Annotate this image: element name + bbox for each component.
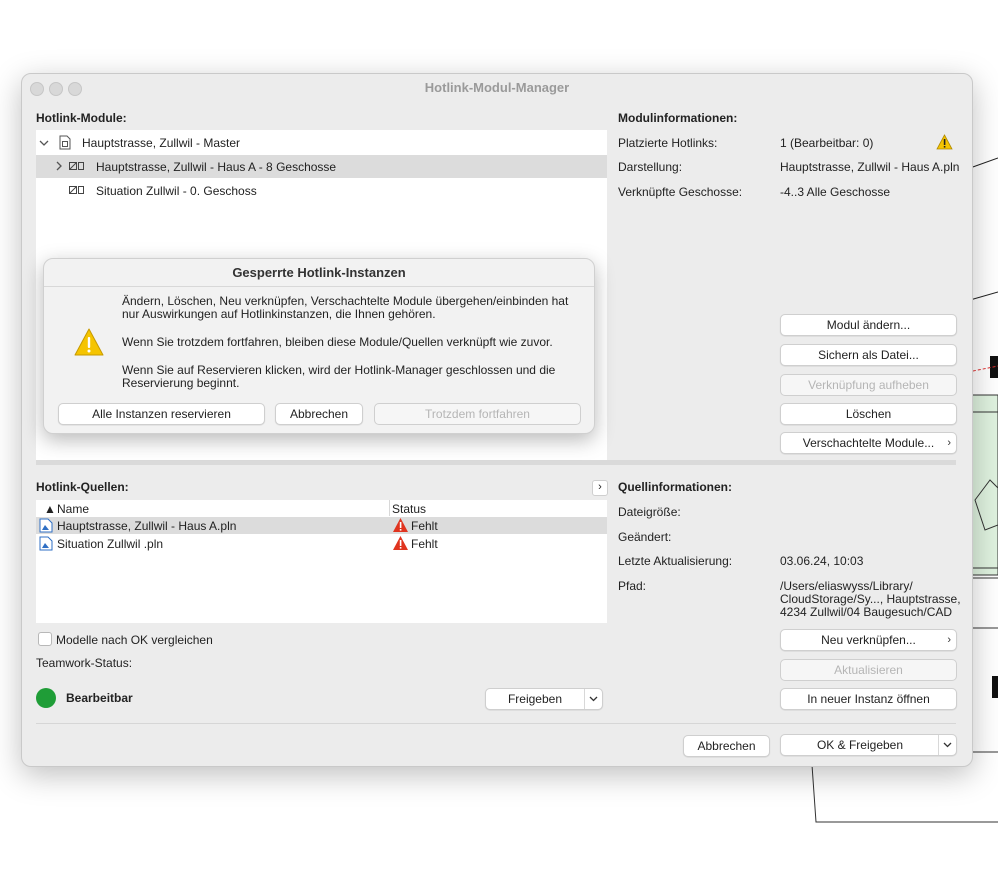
source-path-line2: CloudStorage/Sy..., Hauptstrasse, xyxy=(780,592,961,606)
chevron-down-icon[interactable] xyxy=(938,735,956,755)
pln-file-icon xyxy=(39,536,53,551)
sources-section-label: Hotlink-Quellen: xyxy=(36,480,129,494)
ok-release-button[interactable]: OK & Freigeben xyxy=(780,734,957,756)
source-update-value: 03.06.24, 10:03 xyxy=(780,554,864,568)
continue-anyway-button[interactable]: Trotzdem fortfahren xyxy=(374,403,581,425)
dialog-paragraph-3: Wenn Sie auf Reservieren klicken, wird d… xyxy=(122,363,556,390)
info-display-key: Darstellung: xyxy=(618,160,683,174)
status-indicator xyxy=(36,688,56,708)
source-row-status: Fehlt xyxy=(411,519,438,533)
source-changed-key: Geändert: xyxy=(618,530,672,544)
update-button[interactable]: Aktualisieren xyxy=(780,659,957,681)
hotlink-module-icon xyxy=(69,162,84,170)
source-update-key: Letzte Aktualisierung: xyxy=(618,554,733,568)
delete-button[interactable]: Löschen xyxy=(780,403,957,425)
locked-instances-dialog: Gesperrte Hotlink-Instanzen Ändern, Lösc… xyxy=(43,258,595,434)
info-display-value: Hauptstrasse, Zullwil - Haus A.pln xyxy=(780,160,960,174)
relink-button[interactable]: Neu verknüpfen... › xyxy=(780,629,957,651)
open-new-instance-button[interactable]: In neuer Instanz öffnen xyxy=(780,688,957,710)
chevron-right-icon: › xyxy=(947,634,951,646)
unlink-button[interactable]: Verknüpfung aufheben xyxy=(780,374,957,396)
chevron-right-icon: › xyxy=(598,481,602,493)
sort-ascending-icon[interactable]: ▲ xyxy=(44,502,56,516)
source-info-label: Quellinformationen: xyxy=(618,480,732,494)
nested-modules-label: Verschachtelte Module... xyxy=(802,436,935,450)
chevron-right-icon: › xyxy=(947,437,951,449)
compare-models-checkbox[interactable] xyxy=(38,632,52,646)
ok-release-label: OK & Freigeben xyxy=(816,738,904,752)
module-info-label: Modulinformationen: xyxy=(618,111,738,125)
error-icon xyxy=(393,518,408,532)
teamwork-status-value: Bearbeitbar xyxy=(66,691,133,705)
column-header-status[interactable]: Status xyxy=(392,502,426,516)
info-stories-value: -4..3 Alle Geschosse xyxy=(780,185,891,199)
source-path-line1: /Users/eliaswyss/Library/ xyxy=(780,579,913,593)
dialog-paragraph-2: Wenn Sie trotzdem fortfahren, bleiben di… xyxy=(122,335,553,349)
release-label: Freigeben xyxy=(507,692,563,706)
document-icon xyxy=(59,135,71,150)
chevron-down-icon[interactable] xyxy=(39,138,49,148)
source-size-key: Dateigröße: xyxy=(618,505,681,519)
tree-item-situation[interactable]: Situation Zullwil - 0. Geschoss xyxy=(96,184,257,198)
compare-models-label: Modelle nach OK vergleichen xyxy=(56,633,213,647)
source-row-name[interactable]: Hauptstrasse, Zullwil - Haus A.pln xyxy=(57,519,236,533)
source-path-line3: 4234 Zullwil/04 Baugesuch/CAD xyxy=(780,605,953,619)
reserve-all-button[interactable]: Alle Instanzen reservieren xyxy=(58,403,265,425)
dialog-paragraph-1: Ändern, Löschen, Neu verknüpfen, Verscha… xyxy=(122,294,569,321)
nested-modules-button[interactable]: Verschachtelte Module... › xyxy=(780,432,957,454)
source-row-name[interactable]: Situation Zullwil .pln xyxy=(57,537,163,551)
dialog-title-divider xyxy=(44,286,594,287)
source-row-status: Fehlt xyxy=(411,537,438,551)
chevron-down-icon[interactable] xyxy=(584,689,602,709)
change-module-button[interactable]: Modul ändern... xyxy=(780,314,957,336)
tree-item-haus-a[interactable]: Hauptstrasse, Zullwil - Haus A - 8 Gesch… xyxy=(96,160,336,174)
save-as-file-button[interactable]: Sichern als Datei... xyxy=(780,344,957,366)
dialog-cancel-button[interactable]: Abbrechen xyxy=(275,403,363,425)
column-separator xyxy=(389,500,390,516)
hotlink-module-icon xyxy=(69,186,84,194)
release-button[interactable]: Freigeben xyxy=(485,688,603,710)
tree-item-master[interactable]: Hauptstrasse, Zullwil - Master xyxy=(82,136,240,150)
info-stories-key: Verknüpfte Geschosse: xyxy=(618,185,743,199)
dialog-title: Gesperrte Hotlink-Instanzen xyxy=(232,265,406,280)
source-path-key: Pfad: xyxy=(618,579,647,593)
modules-section-label: Hotlink-Module: xyxy=(36,111,127,125)
info-placed-value: 1 (Bearbeitbar: 0) xyxy=(780,136,874,150)
expand-info-button[interactable]: › xyxy=(592,480,608,496)
pln-file-icon xyxy=(39,518,53,533)
window-title: Hotlink-Modul-Manager xyxy=(424,80,570,95)
splitter[interactable] xyxy=(36,460,956,465)
error-icon xyxy=(393,536,408,550)
cancel-button[interactable]: Abbrechen xyxy=(683,735,770,757)
teamwork-status-label: Teamwork-Status: xyxy=(36,656,133,670)
column-header-name[interactable]: Name xyxy=(57,502,89,516)
warning-icon xyxy=(936,134,953,150)
chevron-right-icon[interactable] xyxy=(54,161,64,171)
info-placed-key: Platzierte Hotlinks: xyxy=(618,136,718,150)
footer-divider xyxy=(36,723,956,724)
relink-label: Neu verknüpfen... xyxy=(821,633,916,647)
warning-icon xyxy=(74,328,104,356)
